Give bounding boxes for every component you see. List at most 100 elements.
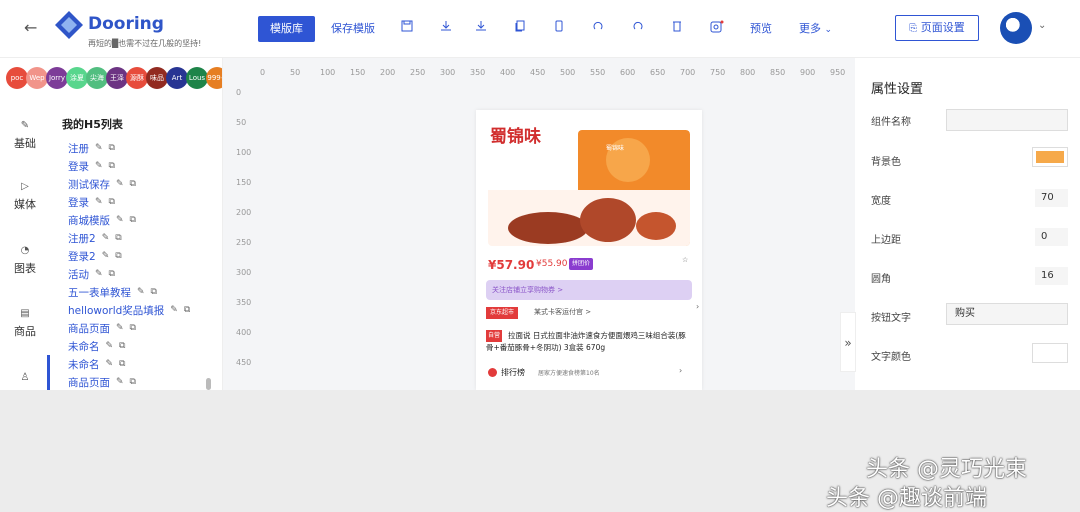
page-settings-button[interactable]: ⎘ 页面设置 [895, 15, 979, 41]
edit-icon[interactable]: ✎ [95, 143, 103, 153]
collaborator-avatar[interactable]: 王泽 [106, 67, 128, 89]
collapse-panel-icon[interactable]: » [840, 312, 856, 372]
nav-user[interactable]: ♙ [0, 372, 50, 387]
collaborator-avatar[interactable]: 尖海 [86, 67, 108, 89]
copy-icon[interactable]: ⧉ [130, 215, 136, 225]
edit-icon[interactable]: ✎ [102, 251, 110, 261]
h5-item-label[interactable]: 活动 [68, 267, 89, 282]
delete-icon[interactable] [669, 20, 685, 36]
edit-icon[interactable]: ✎ [116, 377, 124, 387]
edit-icon[interactable]: ✎ [95, 161, 103, 171]
edit-icon[interactable]: ✎ [116, 215, 124, 225]
back-arrow-icon[interactable]: ← [24, 18, 37, 37]
copy-icon[interactable]: ⧉ [130, 179, 136, 189]
h5-list-item[interactable]: 注册2 ✎ ⧉ [68, 229, 218, 247]
edit-icon[interactable]: ✎ [106, 359, 114, 369]
h5-list-item[interactable]: 商城模版 ✎ ⧉ [68, 211, 218, 229]
product-image[interactable]: 蜀锦味 [488, 130, 690, 246]
nav-shop[interactable]: ▤ 商品 [0, 308, 50, 339]
h5-list-item[interactable]: 商品页面 ✎ ⧉ [68, 319, 218, 337]
width-input[interactable]: 70 [1035, 189, 1068, 207]
undo-icon[interactable] [590, 20, 606, 36]
h5-item-label[interactable]: 商品页面 [68, 321, 110, 336]
copy-icon[interactable]: ⧉ [109, 161, 115, 171]
radius-input[interactable]: 16 [1035, 267, 1068, 285]
phone-preview[interactable]: 蜀锦味 蜀锦味 ¥57.90 ¥55.90 拼团价 ☆ 关注店铺立享购物券 > … [476, 110, 702, 390]
rank-chevron-icon[interactable]: › [679, 366, 682, 375]
edit-icon[interactable]: ✎ [102, 233, 110, 243]
copy-icon[interactable]: ⧉ [119, 359, 125, 369]
collaborator-avatar[interactable]: Art [166, 67, 188, 89]
h5-item-label[interactable]: 测试保存 [68, 177, 110, 192]
h5-item-label[interactable]: 登录2 [68, 249, 96, 264]
nav-basic[interactable]: ✎ 基础 [0, 120, 50, 151]
screenshot-icon[interactable] [709, 20, 725, 36]
collaborator-avatar[interactable]: Wep [26, 67, 48, 89]
rank-label[interactable]: 排行榜 [501, 367, 525, 378]
download-icon[interactable] [438, 20, 454, 36]
h5-item-label[interactable]: helloworld奖品填报 [68, 303, 164, 318]
template-library-button[interactable]: 模版库 [258, 16, 315, 42]
h5-list-item[interactable]: 登录 ✎ ⧉ [68, 193, 218, 211]
h5-item-label[interactable]: 注册2 [68, 231, 96, 246]
h5-list-item[interactable]: 登录 ✎ ⧉ [68, 157, 218, 175]
coupon-bar[interactable]: 关注店铺立享购物券 > [486, 280, 692, 300]
edit-icon[interactable]: ✎ [116, 179, 124, 189]
list-scrollbar[interactable] [206, 378, 211, 390]
copy-icon[interactable]: ⧉ [184, 305, 190, 315]
save-icon[interactable] [399, 20, 415, 36]
component-name-input[interactable] [946, 109, 1068, 131]
redo-icon[interactable] [630, 20, 646, 36]
copy-icon[interactable]: ⧉ [109, 269, 115, 279]
nav-chart[interactable]: ◔ 图表 [0, 245, 50, 276]
collaborator-avatar[interactable]: 源酥 [126, 67, 148, 89]
h5-item-label[interactable]: 注册 [68, 141, 89, 156]
edit-icon[interactable]: ✎ [170, 305, 178, 315]
text-color-picker[interactable] [1032, 343, 1068, 363]
copy-icon[interactable] [512, 20, 528, 36]
h5-list-item[interactable]: 注册 ✎ ⧉ [68, 139, 218, 157]
h5-item-label[interactable]: 商城模版 [68, 213, 110, 228]
phone-icon[interactable] [551, 20, 567, 36]
nav-media[interactable]: ▷ 媒体 [0, 181, 50, 212]
copy-icon[interactable]: ⧉ [130, 323, 136, 333]
h5-list-item[interactable]: 测试保存 ✎ ⧉ [68, 175, 218, 193]
margin-top-input[interactable]: 0 [1035, 228, 1068, 246]
h5-item-label[interactable]: 未命名 [68, 339, 100, 354]
save-template-button[interactable]: 保存模版 [331, 16, 375, 42]
h5-list-item[interactable]: 未命名 ✎ ⧉ [68, 355, 218, 373]
button-text-input[interactable]: 购买 [946, 303, 1068, 325]
copy-icon[interactable]: ⧉ [115, 233, 121, 243]
h5-item-label[interactable]: 商品页面 [68, 375, 110, 390]
copy-icon[interactable]: ⧉ [115, 251, 121, 261]
copy-icon[interactable]: ⧉ [109, 143, 115, 153]
collaborator-avatar[interactable]: Lous [186, 67, 208, 89]
h5-list-item[interactable]: 五一表单教程 ✎ ⧉ [68, 283, 218, 301]
h5-list-item[interactable]: 登录2 ✎ ⧉ [68, 247, 218, 265]
edit-icon[interactable]: ✎ [106, 341, 114, 351]
collaborator-avatar[interactable]: 味品 [146, 67, 168, 89]
favorite-icon[interactable]: ☆ [682, 256, 688, 264]
import-icon[interactable] [473, 20, 489, 36]
edit-icon[interactable]: ✎ [116, 323, 124, 333]
h5-item-label[interactable]: 登录 [68, 159, 89, 174]
preview-button[interactable]: 预览 [750, 16, 772, 42]
collaborator-avatar[interactable]: 涂夏 [66, 67, 88, 89]
chevron-right-icon[interactable]: › [696, 302, 699, 311]
h5-list-item[interactable]: 商品页面 ✎ ⧉ [68, 373, 218, 390]
avatar-caret-icon[interactable]: ⌄ [1038, 20, 1046, 31]
copy-icon[interactable]: ⧉ [151, 287, 157, 297]
h5-list-item[interactable]: helloworld奖品填报 ✎ ⧉ [68, 301, 218, 319]
shop-info[interactable]: 某式卡客运付官 > [534, 307, 591, 317]
more-menu-button[interactable]: 更多 ⌄ [799, 16, 832, 42]
h5-item-label[interactable]: 登录 [68, 195, 89, 210]
h5-list-item[interactable]: 未命名 ✎ ⧉ [68, 337, 218, 355]
h5-list-item[interactable]: 活动 ✎ ⧉ [68, 265, 218, 283]
edit-icon[interactable]: ✎ [95, 269, 103, 279]
edit-icon[interactable]: ✎ [95, 197, 103, 207]
copy-icon[interactable]: ⧉ [109, 197, 115, 207]
edit-icon[interactable]: ✎ [137, 287, 145, 297]
bg-color-picker[interactable] [1032, 147, 1068, 167]
h5-item-label[interactable]: 未命名 [68, 357, 100, 372]
copy-icon[interactable]: ⧉ [130, 377, 136, 387]
